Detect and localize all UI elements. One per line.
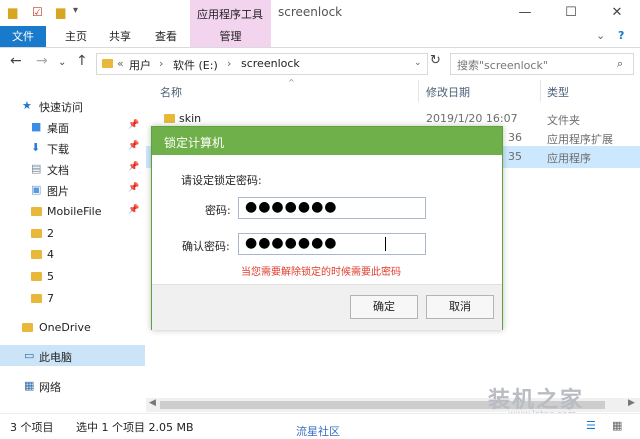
password-label: 密码: — [205, 204, 231, 217]
nav-desktop[interactable]: ■ 桌面 📌 — [0, 116, 145, 137]
folder-icon — [22, 323, 33, 332]
window-title: screenlock — [278, 5, 343, 19]
search-icon: ⌕ — [617, 57, 624, 70]
column-divider[interactable] — [418, 80, 419, 102]
column-name[interactable]: 名称 — [160, 84, 182, 100]
computer-icon: ▭ — [24, 349, 35, 362]
ribbon-tabs — [0, 26, 640, 48]
document-icon: ▤ — [31, 162, 42, 175]
password-field[interactable]: ●●●●●●● — [238, 197, 426, 219]
tab-home[interactable]: 主页 — [56, 26, 96, 47]
ok-button[interactable]: 确定 — [350, 295, 418, 319]
nav-documents[interactable]: ▤ 文档 📌 — [0, 158, 145, 179]
item-count: 3 个项目 — [10, 421, 54, 434]
up-arrow-icon[interactable]: ↑ — [76, 53, 88, 69]
tab-manage[interactable]: 管理 — [190, 26, 271, 47]
close-button[interactable]: ✕ — [594, 0, 640, 26]
pin-icon: 📌 — [128, 183, 140, 193]
folder-icon — [31, 207, 42, 216]
nav-quick-access[interactable]: ★ 快速访问 — [0, 95, 145, 116]
forward-arrow-icon[interactable]: → — [36, 53, 48, 69]
cancel-button[interactable]: 取消 — [426, 295, 494, 319]
nav-this-pc[interactable]: ▭ 此电脑 — [0, 345, 145, 366]
confirm-password-field[interactable]: ●●●●●●● — [238, 233, 426, 255]
large-icons-view-icon[interactable]: ▦ — [612, 419, 622, 432]
search-input[interactable]: 搜索"screenlock" ⌕ — [450, 53, 634, 75]
star-icon: ★ — [22, 99, 32, 112]
nav-network[interactable]: ▦ 网络 — [0, 375, 145, 396]
sort-arrow-icon: ^ — [288, 78, 295, 87]
pin-icon: 📌 — [128, 205, 140, 215]
nav-pictures[interactable]: ▣ 图片 📌 — [0, 179, 145, 200]
breadcrumb-screenlock[interactable]: screenlock — [241, 57, 300, 70]
dialog-prompt: 请设定锁定密码: — [181, 174, 262, 187]
dialog-title: 锁定计算机 — [164, 136, 225, 150]
tab-file[interactable]: 文件 — [0, 26, 46, 47]
tab-view[interactable]: 查看 — [146, 26, 186, 47]
folder-icon — [31, 250, 42, 259]
maximize-button[interactable]: ☐ — [548, 0, 594, 26]
column-divider[interactable] — [540, 80, 541, 102]
pin-icon: 📌 — [128, 120, 140, 130]
refresh-icon[interactable]: ↻ — [430, 53, 441, 68]
nav-onedrive[interactable]: OneDrive — [0, 317, 145, 338]
folder-icon: ▆ — [8, 5, 18, 19]
folder-icon — [164, 114, 175, 123]
nav-folder-2[interactable]: 2 — [0, 223, 145, 244]
customize-qat-icon[interactable]: ▾ — [73, 5, 78, 16]
column-date[interactable]: 修改日期 — [426, 84, 470, 100]
breadcrumb-separator: › — [227, 57, 232, 70]
pin-icon: 📌 — [128, 162, 140, 172]
column-type[interactable]: 类型 — [547, 84, 569, 100]
nav-folder-5[interactable]: 5 — [0, 266, 145, 287]
text-caret — [385, 237, 386, 251]
folder-icon — [31, 294, 42, 303]
help-icon[interactable]: ? — [618, 29, 624, 42]
context-tab-group: 应用程序工具 — [190, 0, 271, 26]
network-icon: ▦ — [24, 379, 35, 392]
minimize-button[interactable]: — — [502, 0, 548, 26]
selection-info: 选中 1 个项目 2.05 MB — [76, 421, 194, 434]
confirm-password-label: 确认密码: — [182, 240, 230, 253]
properties-icon[interactable]: ☑ — [32, 5, 43, 19]
tab-share[interactable]: 共享 — [100, 26, 140, 47]
folder-icon — [31, 272, 42, 281]
nav-folder-7[interactable]: 7 — [0, 288, 145, 309]
details-view-icon[interactable]: ☰ — [586, 419, 596, 432]
address-overflow[interactable]: « — [117, 57, 124, 70]
chevron-down-icon[interactable]: ⌄ — [414, 58, 422, 68]
pin-icon: 📌 — [128, 141, 140, 151]
folder-icon — [102, 59, 113, 68]
dialog-title-bar[interactable]: 锁定计算机 — [152, 127, 502, 155]
chevron-down-icon[interactable]: ⌄ — [596, 29, 605, 42]
lock-dialog: 锁定计算机 请设定锁定密码: 密码: ●●●●●●● 确认密码: ●●●●●●●… — [151, 126, 503, 330]
address-bar[interactable]: « 用户 › 软件 (E:) › screenlock ⌄ — [96, 53, 428, 75]
back-arrow-icon[interactable]: ← — [10, 53, 22, 69]
nav-folder-4[interactable]: 4 — [0, 244, 145, 265]
download-icon: ⬇ — [31, 141, 41, 154]
breadcrumb-separator: › — [159, 57, 164, 70]
desktop-icon: ■ — [31, 120, 42, 133]
nav-downloads[interactable]: ⬇ 下载 📌 — [0, 137, 145, 158]
dialog-footer: 确定 取消 — [152, 284, 502, 330]
folder-icon — [31, 229, 42, 238]
breadcrumb-users[interactable]: 用户 — [129, 57, 151, 73]
breadcrumb-drive[interactable]: 软件 (E:) — [173, 57, 218, 73]
new-folder-icon[interactable]: ▆ — [56, 5, 65, 19]
recent-locations-icon[interactable]: ⌄ — [58, 57, 66, 68]
picture-icon: ▣ — [31, 183, 42, 196]
scroll-left-icon[interactable]: ◀ — [149, 398, 156, 408]
password-hint: 当您需要解除锁定的时候需要此密码 — [241, 267, 401, 278]
nav-mobilefile[interactable]: MobileFile 📌 — [0, 201, 145, 222]
scroll-right-icon[interactable]: ▶ — [628, 398, 635, 408]
